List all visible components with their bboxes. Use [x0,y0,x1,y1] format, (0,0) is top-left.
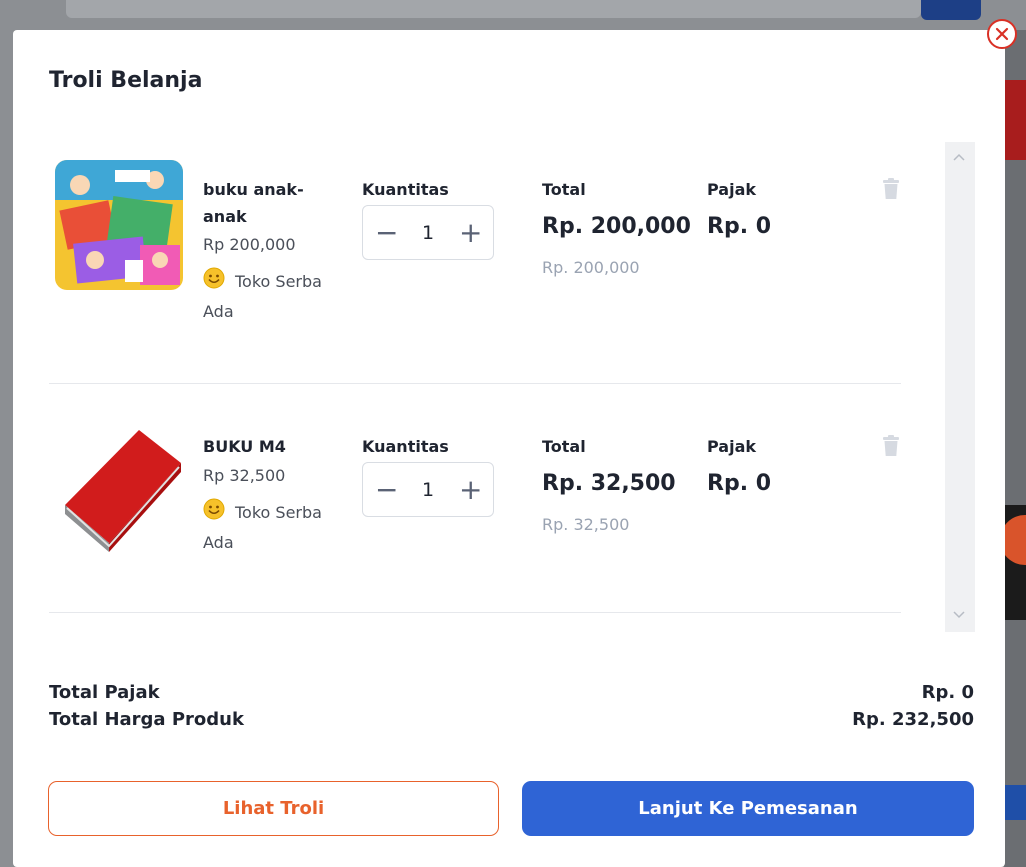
item-total: Rp. 200,000 [542,214,691,239]
item-tax: Rp. 0 [707,214,772,239]
product-image[interactable] [55,160,183,290]
quantity-value[interactable]: 1 [422,479,434,501]
total-tax-label: Total Pajak [49,682,160,703]
product-price: Rp 32,500 [203,466,286,485]
quantity-stepper: − 1 + [362,462,494,517]
view-cart-button[interactable]: Lihat Troli [48,781,499,836]
shop-info: Toko Serba Ada [203,267,353,326]
minus-icon[interactable]: − [375,475,398,504]
background-blue-tile [1004,785,1026,820]
minus-icon[interactable]: − [375,218,398,247]
total-tax-value: Rp. 0 [921,682,974,703]
shop-info: Toko Serba Ada [203,498,353,557]
trash-icon[interactable] [881,178,901,200]
red-book-illustration [65,430,181,552]
cart-item: buku anak-anak Rp 200,000 Toko Serba Ada… [13,140,913,385]
item-tax: Rp. 0 [707,471,772,496]
background-search-bar [66,0,921,18]
product-name[interactable]: buku anak-anak [203,176,323,230]
total-price-label: Total Harga Produk [49,709,244,730]
background-button [921,0,981,20]
smiley-icon [203,498,225,529]
total-label: Total [542,180,586,199]
cart-item: BUKU M4 Rp 32,500 Toko Serba Ada Kuantit… [13,385,913,615]
total-price-value: Rp. 232,500 [852,709,974,730]
product-image[interactable] [55,425,183,555]
cart-modal: Troli Belanja buku anak-anak Rp 200,000 … [13,30,1005,867]
quantity-label: Kuantitas [362,180,449,199]
checkout-button[interactable]: Lanjut Ke Pemesanan [522,781,974,836]
item-divider [49,383,901,384]
plus-icon[interactable]: + [459,475,482,504]
product-name[interactable]: BUKU M4 [203,433,323,460]
close-button[interactable] [987,19,1017,49]
cart-item-list: buku anak-anak Rp 200,000 Toko Serba Ada… [13,140,913,630]
total-price-row: Total Harga Produk Rp. 232,500 [49,709,974,730]
item-subtotal: Rp. 32,500 [542,515,630,534]
modal-title: Troli Belanja [49,68,203,93]
scrollbar[interactable] [945,142,975,632]
background-banner [1004,80,1026,160]
quantity-stepper: − 1 + [362,205,494,260]
tax-label: Pajak [707,437,757,456]
children-book-illustration [55,160,183,290]
smiley-icon [203,267,225,298]
item-divider [49,612,901,613]
trash-icon[interactable] [881,435,901,457]
total-tax-row: Total Pajak Rp. 0 [49,682,974,703]
quantity-label: Kuantitas [362,437,449,456]
quantity-value[interactable]: 1 [422,222,434,244]
tax-label: Pajak [707,180,757,199]
chevron-down-icon[interactable] [953,608,965,622]
item-total: Rp. 32,500 [542,471,676,496]
chevron-up-icon[interactable] [953,150,965,164]
close-icon [995,27,1009,41]
plus-icon[interactable]: + [459,218,482,247]
total-label: Total [542,437,586,456]
item-subtotal: Rp. 200,000 [542,258,640,277]
product-price: Rp 200,000 [203,235,296,254]
